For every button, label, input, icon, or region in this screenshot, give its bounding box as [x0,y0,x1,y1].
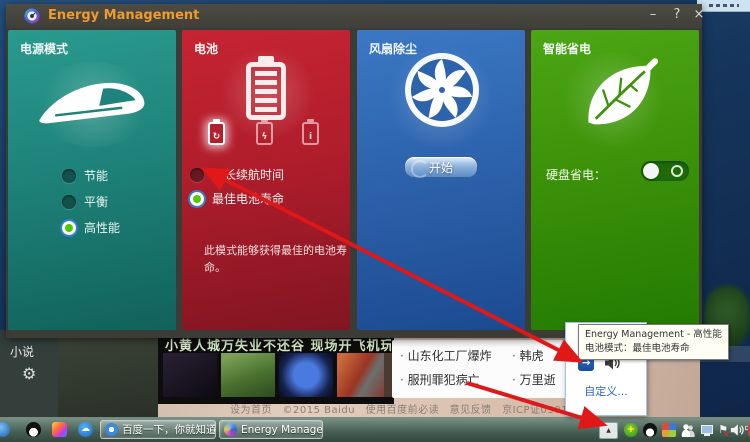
tooltip-line2: 电池模式：最佳电池寿命 [585,342,722,356]
panel-fan-dust: 风扇除尘 开始 [357,30,525,330]
button-swirl-decoration [411,160,429,178]
radio-energy-saving[interactable]: 节能 [62,167,108,184]
taskbar-button-energy-management[interactable]: Energy Manageme... [219,420,323,439]
battery-icon [246,62,286,120]
news-media-strip: 小黄人城万失业不还谷 现场开飞机玩游乐 [158,332,394,404]
news-thumbnail-concert[interactable] [163,353,217,397]
radio-balanced[interactable]: 平衡 [62,193,108,210]
battery-charge-icon[interactable]: ϟ [256,122,273,145]
radio-label: 平衡 [84,193,108,210]
hdd-saving-toggle[interactable] [641,161,689,181]
taskbar-button-baidu[interactable]: 百度一下，你就知道... [100,420,216,439]
radio-circle[interactable] [62,195,76,209]
customize-link[interactable]: 自定义... [566,383,646,399]
battery-info-icon[interactable]: i [302,122,319,145]
taskbar-button-label: Energy Manageme... [241,424,323,436]
leaf-icon [576,55,661,137]
taskbar[interactable]: ☁ 百度一下，你就知道... Energy Manageme... ▲ + ⚑ … [0,417,750,442]
panel-title: 电源模式 [20,40,68,57]
page-footer-text: 设为首页 ©2015 Baidu 使用百度前必读 意见反馈 京ICP证03017… [230,401,592,416]
fan-icon [402,50,482,130]
qq-icon[interactable] [643,423,657,437]
fragment-dashes [709,4,739,7]
info-glyph: i [309,132,312,142]
lightning-glyph: ϟ [262,132,268,142]
qq-icon[interactable] [26,422,41,437]
close-button[interactable]: × [690,6,708,24]
minimize-button[interactable]: – [644,6,662,24]
news-link[interactable]: 万里逝 [512,371,556,388]
radio-label: 节能 [84,167,108,184]
battery-health-icon[interactable]: ↻ [208,122,225,145]
panel-battery: 电池 ↻ ϟ i 最长续航时间 最佳电池寿命 此模式能够获得最佳的电池寿命。 [182,30,350,330]
grid-icon[interactable] [662,423,676,437]
radio-label: 最长续航时间 [212,166,284,183]
panel-title: 电池 [194,40,218,57]
refresh-glyph: ↻ [213,132,221,142]
antivirus-icon[interactable]: + [624,423,638,437]
system-tray: ▲ + ⚑ ✕ 中 [596,418,750,442]
show-hidden-icons-button[interactable]: ▲ [599,422,618,439]
train-icon [36,72,151,132]
panel-power-mode: 电源模式 节能 平衡 高性能 [8,30,176,330]
radio-label: 最佳电池寿命 [212,190,284,207]
news-thumbnail-helicopter[interactable] [221,353,275,397]
hdd-saving-label: 硬盘省电： [546,166,606,183]
battery-mode-description: 此模式能够获得最佳的电池寿命。 [204,242,350,276]
start-button-label: 开始 [429,161,453,175]
feather-browser-icon[interactable] [52,422,67,437]
browser-icon[interactable] [0,422,10,437]
radio-label: 高性能 [84,219,120,236]
energy-management-window: Energy Management – ? × 电源模式 节能 平衡 高性能 电… [6,4,702,338]
news-thumbnail-shoreline[interactable] [337,353,391,397]
radio-best-battery-life[interactable]: 最佳电池寿命 [190,190,284,207]
news-link[interactable]: 韩虎 [512,347,544,364]
energy-management-app-icon [224,423,237,436]
taskbar-button-label: 百度一下，你就知道... [122,422,216,437]
photo-montage [58,330,158,418]
tooltip-line1: Energy Management - 高性能 [585,328,722,342]
radio-max-runtime[interactable]: 最长续航时间 [190,166,284,183]
radio-circle[interactable] [62,169,76,183]
news-thumbnail-planet[interactable] [279,353,333,397]
news-thumbnail-partial [384,353,392,397]
radio-circle-selected[interactable] [190,192,204,206]
sidebar-novel-link[interactable]: 小说 [10,343,34,360]
browser-tab-icon [105,423,118,436]
news-link[interactable]: 服刑罪犯病亡 [400,371,480,388]
radio-circle-selected[interactable] [62,221,76,235]
cloud-icon[interactable]: ☁ [78,422,93,437]
radio-high-performance[interactable]: 高性能 [62,219,120,236]
start-button[interactable]: 开始 [404,156,478,178]
toggle-knob[interactable] [643,163,659,179]
window-title: Energy Management [48,8,199,23]
help-button[interactable]: ? [668,6,686,24]
app-logo-icon [24,8,40,24]
network-icon[interactable] [700,423,714,437]
panel-smart-saving: 智能省电 硬盘省电： [531,30,699,330]
radio-circle[interactable] [190,168,204,182]
gear-icon[interactable]: ⚙ [22,364,36,383]
action-center-flag-icon[interactable]: ⚑ ✕ [716,423,730,437]
error-badge: ✕ [723,428,730,442]
page-sidebar: 小说 ⚙ [0,330,58,418]
users-icon[interactable] [681,423,695,437]
news-link[interactable]: 山东化工厂爆炸 [400,347,492,364]
titlebar[interactable]: Energy Management – ? × [6,4,702,28]
tray-tooltip: Energy Management - 高性能 电池模式：最佳电池寿命 [578,324,729,360]
toggle-off-ring [671,165,683,177]
